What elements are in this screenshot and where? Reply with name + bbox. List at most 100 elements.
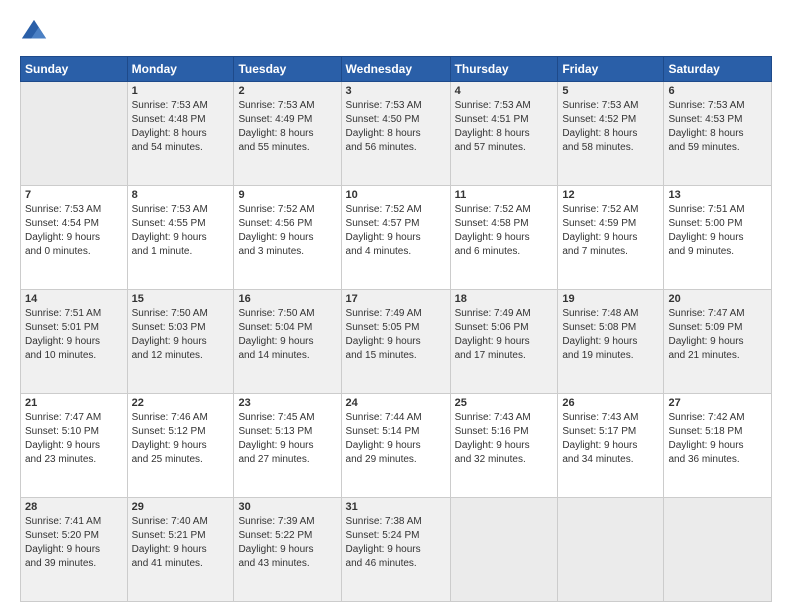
calendar-body: 1 Sunrise: 7:53 AM Sunset: 4:48 PM Daylig… [21,82,772,602]
day-info: Sunrise: 7:42 AM Sunset: 5:18 PM Dayligh… [668,411,767,467]
day-info: Sunrise: 7:51 AM Sunset: 5:01 PM Dayligh… [25,307,123,363]
day-info: Sunrise: 7:47 AM Sunset: 5:09 PM Dayligh… [668,307,767,363]
calendar-cell [21,82,128,186]
day-number: 25 [455,397,554,409]
day-number: 3 [346,85,446,97]
calendar-cell [664,498,772,602]
day-number: 19 [562,293,659,305]
day-info: Sunrise: 7:51 AM Sunset: 5:00 PM Dayligh… [668,203,767,259]
day-info: Sunrise: 7:52 AM Sunset: 4:56 PM Dayligh… [238,203,336,259]
day-number: 7 [25,189,123,201]
page: SundayMondayTuesdayWednesdayThursdayFrid… [0,0,792,612]
calendar-cell: 23 Sunrise: 7:45 AM Sunset: 5:13 PM Dayli… [234,394,341,498]
day-number: 12 [562,189,659,201]
calendar-cell: 8Sunrise: 7:53 AM Sunset: 4:55 PM Daylig… [127,186,234,290]
day-number: 15 [132,293,230,305]
day-number: 2 [238,85,336,97]
calendar-cell: 27 Sunrise: 7:42 AM Sunset: 5:18 PM Dayli… [664,394,772,498]
day-info: Sunrise: 7:53 AM Sunset: 4:51 PM Dayligh… [455,99,554,155]
day-info: Sunrise: 7:52 AM Sunset: 4:59 PM Dayligh… [562,203,659,259]
day-info: Sunrise: 7:40 AM Sunset: 5:21 PM Dayligh… [132,515,230,571]
calendar-cell: 19 Sunrise: 7:48 AM Sunset: 5:08 PM Dayli… [558,290,664,394]
calendar-cell: 16Sunrise: 7:50 AM Sunset: 5:04 PM Dayli… [234,290,341,394]
calendar-cell: 22 Sunrise: 7:46 AM Sunset: 5:12 PM Dayli… [127,394,234,498]
day-number: 23 [238,397,336,409]
day-info: Sunrise: 7:38 AM Sunset: 5:24 PM Dayligh… [346,515,446,571]
day-info: Sunrise: 7:50 AM Sunset: 5:03 PM Dayligh… [132,307,230,363]
calendar-cell [450,498,558,602]
calendar-cell: 31 Sunrise: 7:38 AM Sunset: 5:24 PM Dayli… [341,498,450,602]
day-number: 18 [455,293,554,305]
calendar-cell: 7 Sunrise: 7:53 AM Sunset: 4:54 PM Daylig… [21,186,128,290]
calendar-cell: 26 Sunrise: 7:43 AM Sunset: 5:17 PM Dayli… [558,394,664,498]
day-number: 29 [132,501,230,513]
day-number: 22 [132,397,230,409]
day-info: Sunrise: 7:44 AM Sunset: 5:14 PM Dayligh… [346,411,446,467]
day-number: 20 [668,293,767,305]
calendar-week-row: 21 Sunrise: 7:47 AM Sunset: 5:10 PM Dayli… [21,394,772,498]
calendar-week-row: 14 Sunrise: 7:51 AM Sunset: 5:01 PM Dayli… [21,290,772,394]
day-number: 14 [25,293,123,305]
calendar-header-row: SundayMondayTuesdayWednesdayThursdayFrid… [21,57,772,82]
day-number: 31 [346,501,446,513]
calendar-cell: 15 Sunrise: 7:50 AM Sunset: 5:03 PM Dayli… [127,290,234,394]
calendar-cell [558,498,664,602]
calendar-cell: 2Sunrise: 7:53 AM Sunset: 4:49 PM Daylig… [234,82,341,186]
day-number: 4 [455,85,554,97]
header [20,18,772,46]
day-info: Sunrise: 7:53 AM Sunset: 4:52 PM Dayligh… [562,99,659,155]
day-info: Sunrise: 7:48 AM Sunset: 5:08 PM Dayligh… [562,307,659,363]
day-number: 21 [25,397,123,409]
calendar-cell: 20 Sunrise: 7:47 AM Sunset: 5:09 PM Dayli… [664,290,772,394]
calendar-cell: 14 Sunrise: 7:51 AM Sunset: 5:01 PM Dayli… [21,290,128,394]
day-number: 5 [562,85,659,97]
calendar-cell: 12 Sunrise: 7:52 AM Sunset: 4:59 PM Dayli… [558,186,664,290]
weekday-header: Thursday [450,57,558,82]
weekday-header: Tuesday [234,57,341,82]
day-number: 10 [346,189,446,201]
calendar-cell: 24 Sunrise: 7:44 AM Sunset: 5:14 PM Dayli… [341,394,450,498]
day-number: 26 [562,397,659,409]
weekday-header: Monday [127,57,234,82]
calendar-cell: 25 Sunrise: 7:43 AM Sunset: 5:16 PM Dayli… [450,394,558,498]
calendar-cell: 9 Sunrise: 7:52 AM Sunset: 4:56 PM Daylig… [234,186,341,290]
day-number: 30 [238,501,336,513]
day-info: Sunrise: 7:52 AM Sunset: 4:57 PM Dayligh… [346,203,446,259]
calendar-cell: 4 Sunrise: 7:53 AM Sunset: 4:51 PM Daylig… [450,82,558,186]
day-info: Sunrise: 7:53 AM Sunset: 4:50 PM Dayligh… [346,99,446,155]
day-info: Sunrise: 7:52 AM Sunset: 4:58 PM Dayligh… [455,203,554,259]
day-info: Sunrise: 7:43 AM Sunset: 5:17 PM Dayligh… [562,411,659,467]
weekday-header: Saturday [664,57,772,82]
calendar-cell: 11Sunrise: 7:52 AM Sunset: 4:58 PM Dayli… [450,186,558,290]
calendar-cell: 17 Sunrise: 7:49 AM Sunset: 5:05 PM Dayli… [341,290,450,394]
calendar-week-row: 7 Sunrise: 7:53 AM Sunset: 4:54 PM Daylig… [21,186,772,290]
calendar-cell: 1 Sunrise: 7:53 AM Sunset: 4:48 PM Daylig… [127,82,234,186]
day-info: Sunrise: 7:53 AM Sunset: 4:48 PM Dayligh… [132,99,230,155]
day-number: 9 [238,189,336,201]
calendar-cell: 13Sunrise: 7:51 AM Sunset: 5:00 PM Dayli… [664,186,772,290]
calendar-cell: 29 Sunrise: 7:40 AM Sunset: 5:21 PM Dayli… [127,498,234,602]
logo-icon [20,18,48,46]
day-number: 1 [132,85,230,97]
day-info: Sunrise: 7:53 AM Sunset: 4:54 PM Dayligh… [25,203,123,259]
calendar-cell: 18 Sunrise: 7:49 AM Sunset: 5:06 PM Dayli… [450,290,558,394]
day-number: 27 [668,397,767,409]
calendar-week-row: 28Sunrise: 7:41 AM Sunset: 5:20 PM Dayli… [21,498,772,602]
day-info: Sunrise: 7:43 AM Sunset: 5:16 PM Dayligh… [455,411,554,467]
day-info: Sunrise: 7:45 AM Sunset: 5:13 PM Dayligh… [238,411,336,467]
calendar-cell: 5 Sunrise: 7:53 AM Sunset: 4:52 PM Daylig… [558,82,664,186]
calendar: SundayMondayTuesdayWednesdayThursdayFrid… [20,56,772,602]
day-info: Sunrise: 7:39 AM Sunset: 5:22 PM Dayligh… [238,515,336,571]
day-info: Sunrise: 7:46 AM Sunset: 5:12 PM Dayligh… [132,411,230,467]
day-info: Sunrise: 7:41 AM Sunset: 5:20 PM Dayligh… [25,515,123,571]
day-info: Sunrise: 7:49 AM Sunset: 5:06 PM Dayligh… [455,307,554,363]
day-number: 17 [346,293,446,305]
calendar-cell: 30 Sunrise: 7:39 AM Sunset: 5:22 PM Dayli… [234,498,341,602]
calendar-cell: 28Sunrise: 7:41 AM Sunset: 5:20 PM Dayli… [21,498,128,602]
day-info: Sunrise: 7:53 AM Sunset: 4:53 PM Dayligh… [668,99,767,155]
day-info: Sunrise: 7:47 AM Sunset: 5:10 PM Dayligh… [25,411,123,467]
calendar-cell: 3 Sunrise: 7:53 AM Sunset: 4:50 PM Daylig… [341,82,450,186]
day-number: 24 [346,397,446,409]
day-info: Sunrise: 7:49 AM Sunset: 5:05 PM Dayligh… [346,307,446,363]
calendar-week-row: 1 Sunrise: 7:53 AM Sunset: 4:48 PM Daylig… [21,82,772,186]
